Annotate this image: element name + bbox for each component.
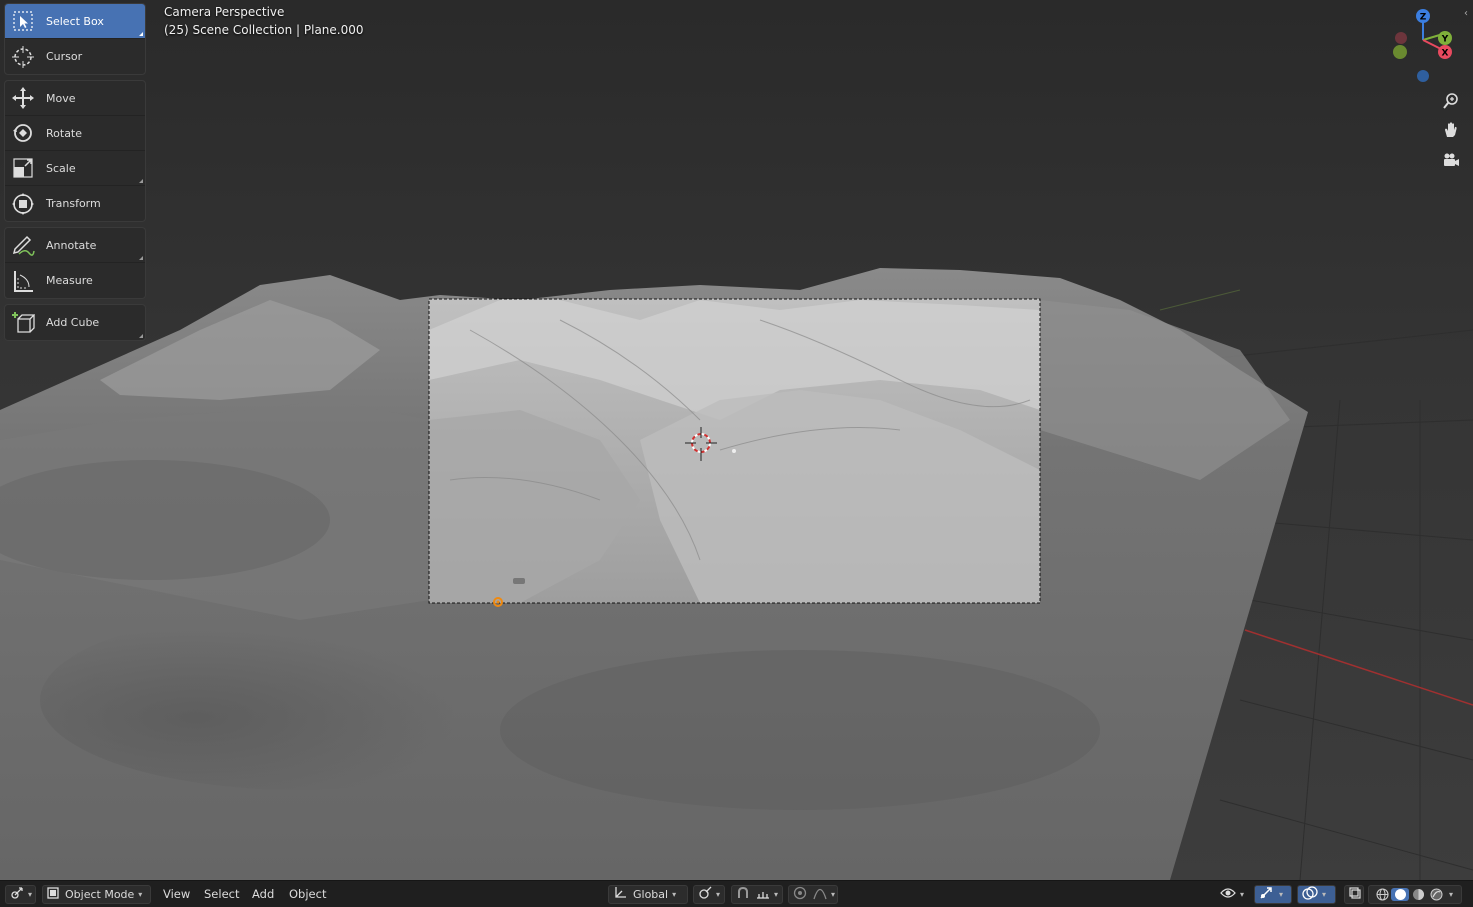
- tool-add-cube[interactable]: Add Cube: [5, 305, 145, 340]
- select-box-icon: [8, 6, 38, 36]
- overlays-toggle[interactable]: ▾: [1297, 885, 1336, 904]
- chevron-down-icon: ▾: [716, 890, 721, 899]
- add-cube-icon: [8, 308, 38, 338]
- mode-dropdown[interactable]: Object Mode ▾: [42, 885, 151, 904]
- tool-measure[interactable]: Measure: [5, 263, 145, 298]
- solid-shading-icon[interactable]: [1391, 888, 1409, 901]
- neg-y-axis-ball: [1393, 45, 1407, 59]
- visibility-dropdown[interactable]: ▾: [1216, 885, 1250, 904]
- annotate-icon: [8, 230, 38, 260]
- neg-z-axis-ball: [1417, 70, 1429, 82]
- zoom-icon[interactable]: [1438, 88, 1464, 114]
- chevron-down-icon: ▾: [28, 890, 33, 899]
- chevron-down-icon: ▾: [672, 890, 677, 899]
- overlays-icon: [1302, 886, 1318, 903]
- measure-icon: [8, 266, 38, 296]
- gizmo-icon: [1259, 886, 1275, 903]
- orientation-label: Global: [633, 888, 669, 901]
- editor-type-dropdown[interactable]: ▾: [5, 885, 36, 904]
- tool-label: Measure: [46, 274, 93, 287]
- camera-view-icon[interactable]: [1438, 147, 1464, 173]
- tool-cursor[interactable]: Cursor: [5, 39, 145, 74]
- menu-select[interactable]: Select: [204, 886, 239, 903]
- viewport-header: ▾ Object Mode ▾ View Select Add Object G…: [0, 880, 1473, 907]
- chevron-down-icon: ▾: [138, 890, 143, 899]
- tool-transform[interactable]: Transform: [5, 186, 145, 221]
- proportional-edit-controls[interactable]: ▾: [788, 885, 838, 904]
- tool-label: Add Cube: [46, 316, 100, 329]
- material-preview-shading-icon[interactable]: [1409, 888, 1427, 901]
- chevron-down-icon: ▾: [1240, 890, 1245, 899]
- tool-label: Rotate: [46, 126, 83, 140]
- rendered-shading-icon[interactable]: [1427, 888, 1445, 901]
- 3d-viewport[interactable]: Camera Perspective (25) Scene Collection…: [0, 0, 1473, 880]
- scale-icon: [8, 153, 38, 183]
- proportional-edit-icon: [793, 886, 807, 903]
- wireframe-shading-icon[interactable]: [1373, 888, 1391, 901]
- object-mode-icon: [47, 887, 59, 902]
- transform-icon: [8, 189, 38, 219]
- 3d-viewport-icon: [10, 886, 24, 903]
- pan-hand-icon[interactable]: [1438, 117, 1464, 143]
- xray-icon: [1349, 887, 1361, 902]
- snap-icon: [736, 886, 750, 903]
- tool-group-select: Select Box Cursor: [4, 3, 146, 75]
- chevron-down-icon[interactable]: ▾: [1449, 890, 1453, 899]
- tool-move[interactable]: Move: [5, 81, 145, 116]
- svg-text:Z: Z: [1420, 13, 1427, 23]
- tool-annotate[interactable]: Annotate: [5, 228, 145, 263]
- rotate-icon: [8, 118, 38, 148]
- tool-label: Select Box: [46, 14, 104, 28]
- move-icon: [8, 83, 38, 113]
- neg-x-axis-ball: [1395, 32, 1407, 44]
- xray-toggle[interactable]: [1344, 885, 1364, 904]
- view-name-label: Camera Perspective: [164, 5, 285, 19]
- lamp-object: [513, 578, 525, 584]
- viewport-scene: [0, 0, 1473, 880]
- svg-text:X: X: [1442, 49, 1449, 59]
- svg-text:Y: Y: [1441, 35, 1449, 45]
- tool-rotate[interactable]: Rotate: [5, 116, 145, 151]
- scene-info-label: (25) Scene Collection | Plane.000: [164, 23, 364, 37]
- menu-view[interactable]: View: [163, 886, 190, 903]
- cursor-icon: [8, 42, 38, 72]
- chevron-down-icon: ▾: [831, 890, 836, 899]
- tool-label: Annotate: [46, 238, 97, 252]
- chevron-down-icon: ▾: [1279, 890, 1284, 899]
- shading-mode-group: ▾: [1368, 885, 1462, 904]
- snap-increment-icon: [756, 886, 770, 903]
- snap-controls[interactable]: ▾: [731, 885, 783, 904]
- gizmo-toggle[interactable]: ▾: [1254, 885, 1292, 904]
- tool-label: Move: [46, 91, 76, 105]
- light-dot: [732, 449, 736, 453]
- pivot-icon: [698, 886, 712, 903]
- orientation-icon: [613, 886, 627, 903]
- menu-object[interactable]: Object: [289, 886, 326, 903]
- mode-label: Object Mode: [65, 888, 135, 901]
- sidebar-toggle-arrow[interactable]: ‹: [1464, 8, 1468, 19]
- menu-add[interactable]: Add: [252, 886, 274, 903]
- tool-scale[interactable]: Scale: [5, 151, 145, 186]
- chevron-down-icon: ▾: [1322, 890, 1327, 899]
- tool-label: Cursor: [46, 50, 83, 63]
- tool-label: Transform: [46, 197, 101, 210]
- pivot-dropdown[interactable]: ▾: [693, 885, 725, 904]
- tool-shelf: Select Box Cursor Move Rotate Scale Tran…: [4, 3, 146, 346]
- falloff-curve-icon: [813, 886, 827, 903]
- tool-group-add: Add Cube: [4, 304, 146, 341]
- navigation-gizmo[interactable]: Z Y X: [1388, 6, 1464, 86]
- tool-label: Scale: [46, 161, 76, 175]
- tool-select-box[interactable]: Select Box: [5, 4, 145, 39]
- chevron-down-icon: ▾: [774, 890, 779, 899]
- tool-group-transform: Move Rotate Scale Transform: [4, 80, 146, 222]
- eye-icon: [1220, 886, 1236, 903]
- tool-group-annotate: Annotate Measure: [4, 227, 146, 299]
- orientation-dropdown[interactable]: Global ▾: [608, 885, 688, 904]
